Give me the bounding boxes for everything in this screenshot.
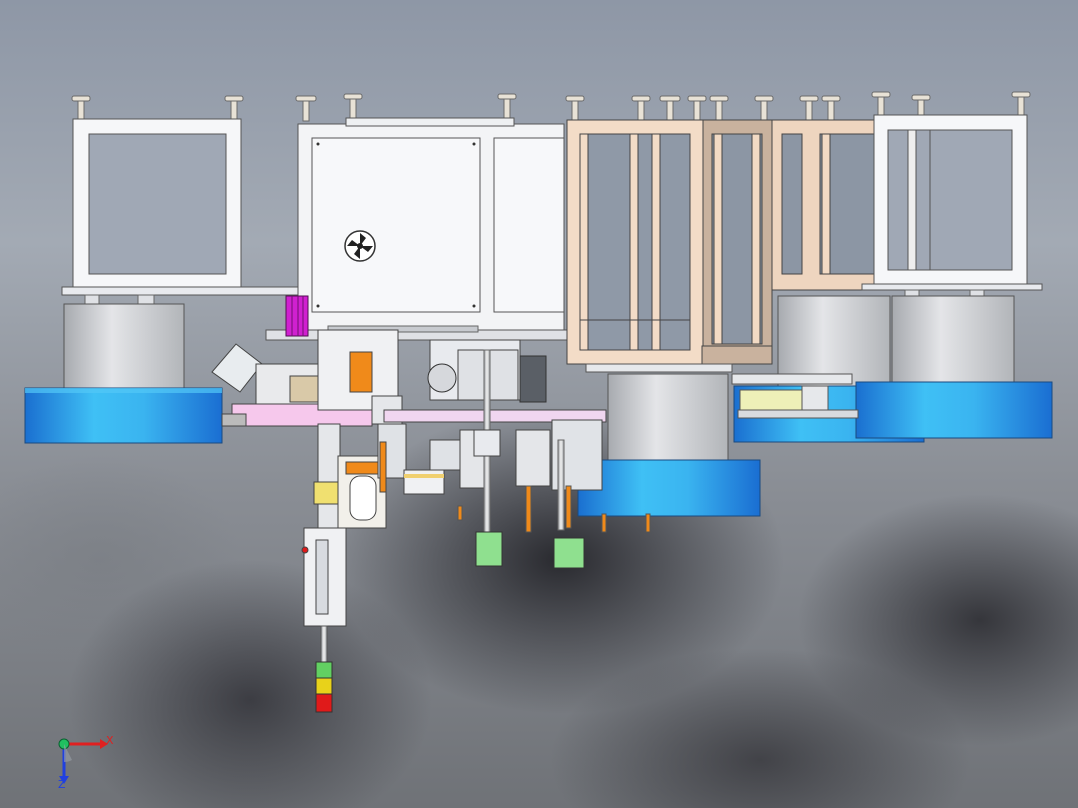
right-turntable[interactable]	[733, 295, 1053, 443]
x-axis-label: X	[106, 734, 114, 747]
cooling-fan-icon	[344, 230, 376, 262]
cad-viewport[interactable]: X Z	[0, 0, 1078, 808]
z-axis-label: Z	[58, 778, 66, 791]
magenta-spring-left	[285, 295, 309, 337]
left-turntable[interactable]	[24, 303, 223, 444]
left-feeder-assembly[interactable]	[211, 329, 407, 545]
center-turntable[interactable]	[577, 373, 761, 517]
machine-assembly-model[interactable]	[0, 0, 1078, 808]
coordinate-triad: X Z	[44, 726, 124, 796]
right-frame[interactable]	[861, 114, 1043, 299]
control-cabinet[interactable]	[265, 117, 577, 341]
stack-light[interactable]	[301, 527, 347, 713]
left-frame[interactable]	[61, 118, 319, 306]
